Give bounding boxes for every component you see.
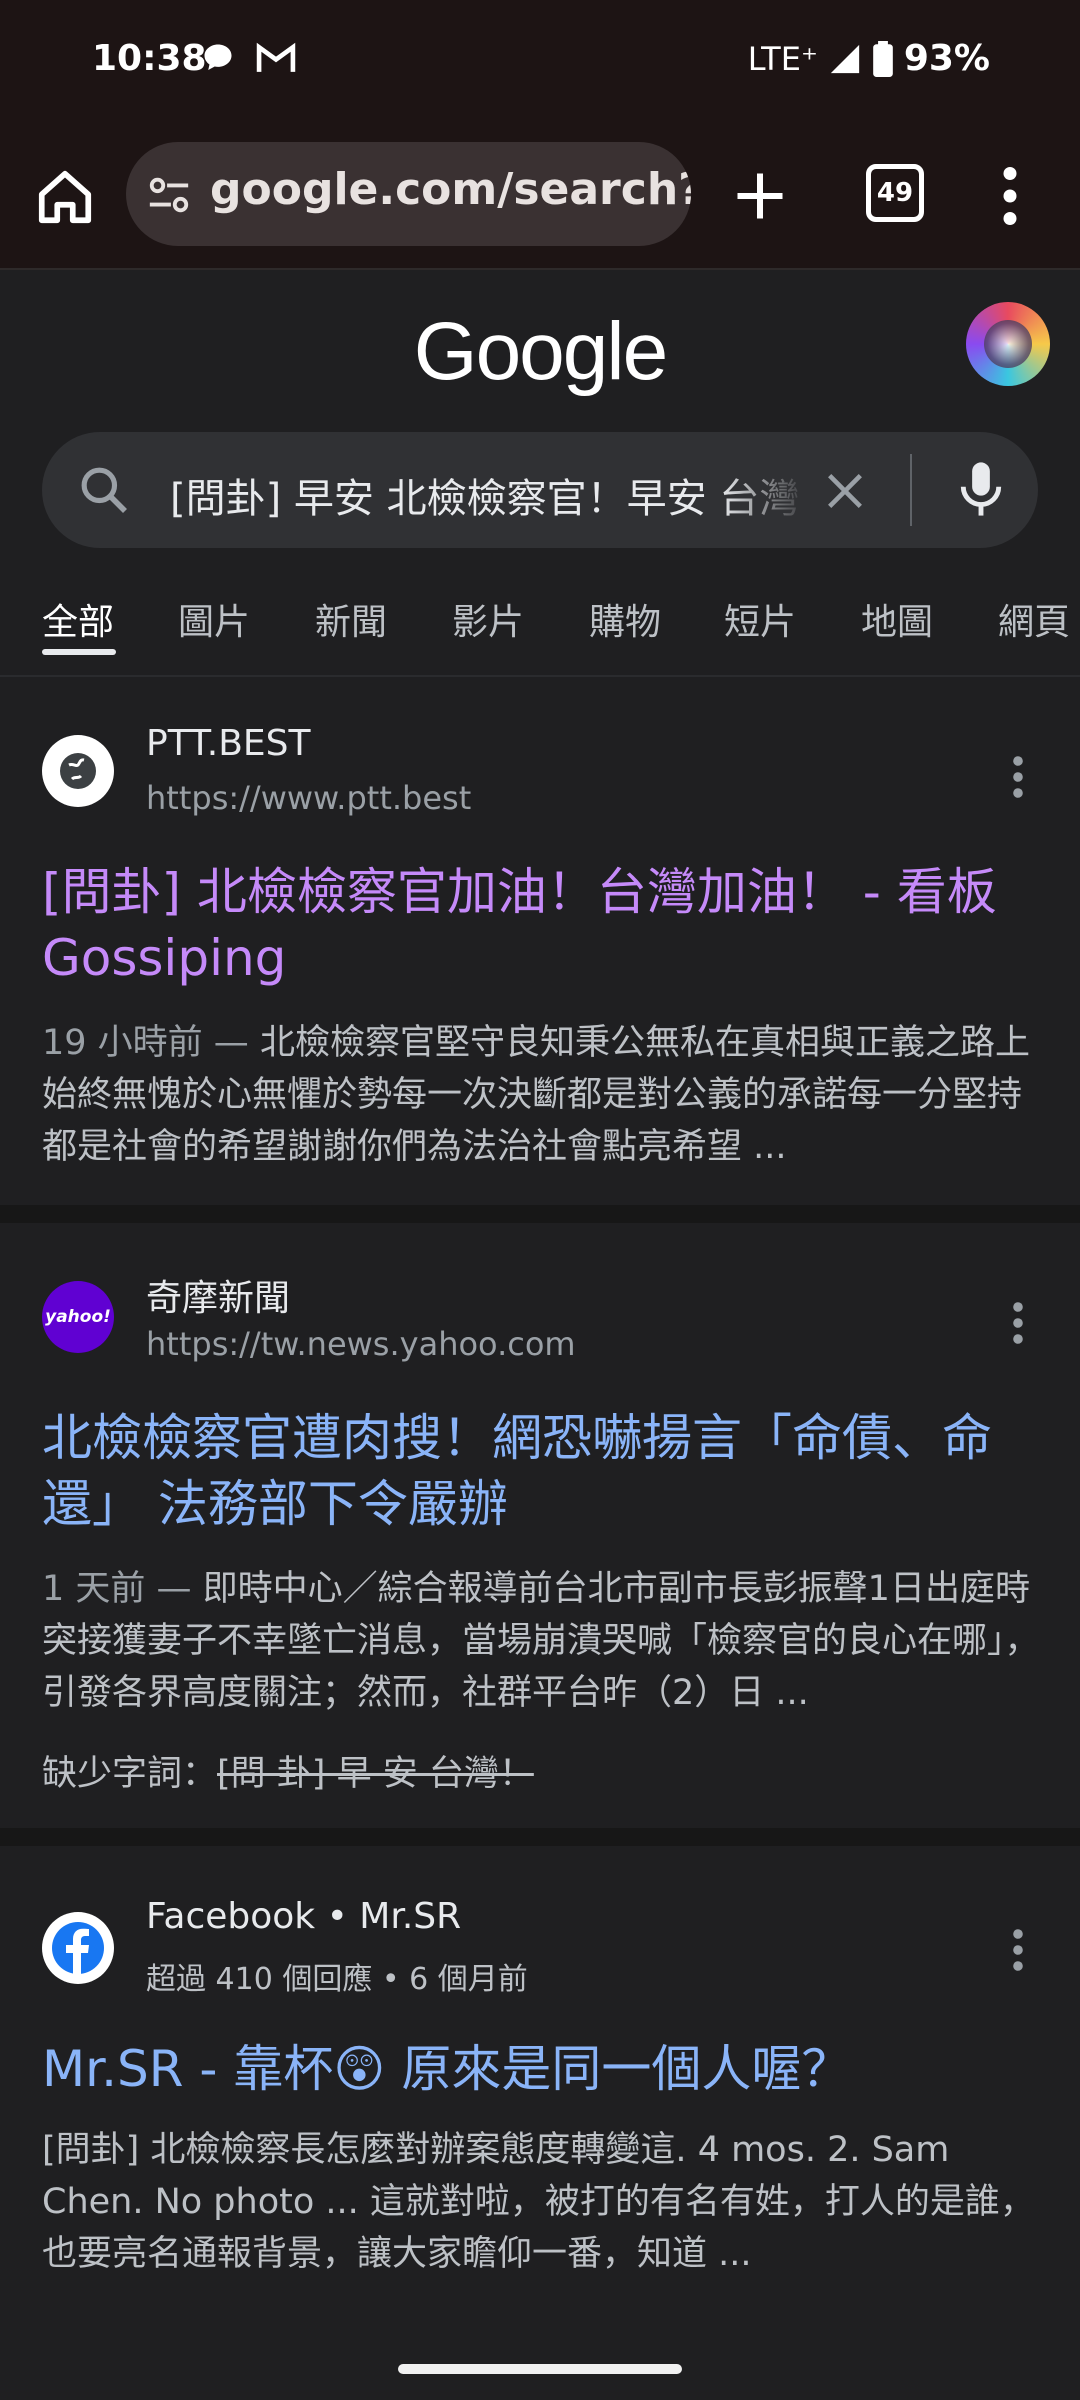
result-site-extra: Mr.SR: [359, 1896, 462, 1937]
search-result: yahoo! 奇摩新聞 https://tw.news.yahoo.com 北檢…: [0, 1223, 1080, 1828]
home-icon[interactable]: [34, 166, 96, 228]
result-snippet: [問卦] 北檢檢察長怎麼對辦案態度轉變這. 4 mos. 2. Sam Chen…: [42, 2130, 1035, 2274]
active-tab-indicator: [42, 649, 116, 655]
gesture-home-bar[interactable]: [398, 2364, 682, 2374]
gmail-icon: [256, 42, 296, 72]
facebook-icon: [42, 1912, 114, 1984]
search-box[interactable]: [問卦] 早安 北檢檢察官！早安 台灣: [42, 432, 1038, 548]
status-time: 10:38: [92, 38, 207, 79]
search-tabs: 全部 圖片 新聞 影片 購物 短片 地圖 網頁: [0, 585, 1080, 677]
url-text[interactable]: google.com/search?q=: [210, 164, 691, 215]
result-snippet: 1 天前 — 即時中心／綜合報導前台北市副市長彭振聲1日出庭時突接獲妻子不幸墜亡…: [42, 1569, 1040, 1713]
tab-shopping[interactable]: 購物: [589, 593, 661, 645]
result-snippet: 19 小時前 — 北檢檢察官堅守良知秉公無私在真相與正義之路上始終無愧於心無懼於…: [42, 1023, 1030, 1167]
tab-maps[interactable]: 地圖: [861, 593, 933, 645]
result-title-link[interactable]: [問卦] 北檢檢察官加油！台灣加油！ - 看板 Gossiping: [42, 859, 1042, 991]
result-separator: [0, 1205, 1080, 1223]
microphone-icon[interactable]: [954, 458, 1008, 520]
search-divider: [910, 454, 912, 526]
site-settings-icon[interactable]: [146, 172, 192, 218]
search-result: PTT.BEST https://www.ptt.best [問卦] 北檢檢察官…: [0, 677, 1080, 1205]
result-menu-icon[interactable]: [1012, 755, 1024, 799]
search-icon: [81, 467, 127, 513]
search-result: Facebook • Mr.SR 超過 410 個回應 • 6 個月前 Mr.S…: [0, 1846, 1080, 2306]
battery-percent: 93%: [903, 38, 990, 79]
tab-news[interactable]: 新聞: [315, 593, 387, 645]
result-title-link[interactable]: Mr.SR - 靠杯😲 原來是同一個人喔？: [42, 2036, 1042, 2102]
result-menu-icon[interactable]: [1012, 1301, 1024, 1345]
result-site-name[interactable]: PTT.BEST: [146, 723, 311, 764]
result-site-name[interactable]: Facebook • Mr.SR: [146, 1896, 461, 1937]
status-bar: 10:38 LTE⁺ 93%: [0, 0, 1080, 130]
clear-icon[interactable]: [822, 468, 868, 514]
tab-all[interactable]: 全部: [42, 593, 114, 645]
result-url[interactable]: https://www.ptt.best: [146, 779, 471, 817]
result-date: 1 天前: [42, 1569, 146, 1609]
chat-bubble-icon: [204, 44, 232, 70]
tab-videos[interactable]: 影片: [452, 593, 524, 645]
globe-icon: [42, 735, 114, 807]
address-bar[interactable]: google.com/search?q=: [126, 142, 691, 246]
browser-toolbar: google.com/search?q= 49: [0, 130, 1080, 270]
google-logo[interactable]: Google: [0, 305, 1080, 399]
account-avatar[interactable]: [966, 302, 1050, 386]
missing-words: 缺少字詞：[問 卦] 早 安 台灣！: [42, 1745, 534, 1796]
result-title-link[interactable]: 北檢檢察官遭肉搜！網恐嚇揚言「命債、命還」 法務部下令嚴辦: [42, 1405, 1042, 1537]
tab-images[interactable]: 圖片: [178, 593, 250, 645]
yahoo-icon: yahoo!: [42, 1281, 114, 1353]
battery-icon: [873, 40, 893, 77]
new-tab-icon[interactable]: [730, 166, 790, 226]
status-right: LTE⁺ 93%: [748, 38, 990, 79]
missing-words-list: [問 卦] 早 安 台灣！: [217, 1754, 534, 1794]
result-menu-icon[interactable]: [1012, 1928, 1024, 1972]
result-url[interactable]: https://tw.news.yahoo.com: [146, 1325, 576, 1363]
signal-icon: [830, 44, 859, 73]
tab-shorts[interactable]: 短片: [724, 593, 796, 645]
result-meta: 超過 410 個回應 • 6 個月前: [146, 1962, 528, 1997]
network-type: LTE⁺: [747, 39, 818, 78]
missing-words-label: 缺少字詞：: [42, 1754, 218, 1794]
result-site-name[interactable]: 奇摩新聞: [146, 1269, 290, 1321]
more-menu-icon[interactable]: [1000, 166, 1020, 226]
tab-web[interactable]: 網頁: [998, 593, 1070, 645]
tab-switcher-button[interactable]: 49: [866, 164, 924, 222]
search-input[interactable]: [問卦] 早安 北檢檢察官！早安 台灣: [170, 466, 810, 524]
result-separator: [0, 1828, 1080, 1846]
result-date: 19 小時前: [42, 1023, 203, 1063]
